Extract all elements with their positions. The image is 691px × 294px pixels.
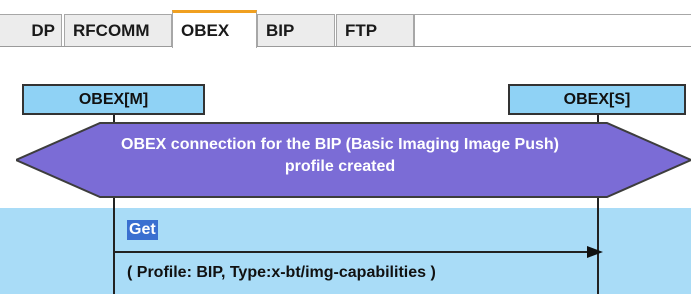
message-label[interactable]: Get <box>127 220 158 240</box>
tab-dp[interactable]: DP <box>0 14 62 46</box>
sequence-diagram: OBEX[M] OBEX[S] OBEX connection for the … <box>0 48 691 294</box>
protocol-tab-bar: DP RFCOMM OBEX BIP FTP <box>0 0 691 48</box>
tab-obex[interactable]: OBEX <box>172 10 257 48</box>
tab-strip-filler <box>414 14 691 46</box>
connection-banner-text: OBEX connection for the BIP (Basic Imagi… <box>60 134 620 178</box>
tab-ftp[interactable]: FTP <box>336 14 414 46</box>
connection-banner-line2: profile created <box>284 158 396 175</box>
entity-obex-slave[interactable]: OBEX[S] <box>508 84 686 115</box>
tab-rfcomm[interactable]: RFCOMM <box>64 14 172 46</box>
tab-strip-divider <box>0 46 691 47</box>
entity-obex-master[interactable]: OBEX[M] <box>22 84 205 115</box>
message-params: ( Profile: BIP, Type:x-bt/img-capabiliti… <box>127 264 436 281</box>
connection-banner-line1: OBEX connection for the BIP (Basic Imagi… <box>121 136 559 153</box>
message-arrow <box>115 246 603 258</box>
tab-bip[interactable]: BIP <box>257 14 335 46</box>
